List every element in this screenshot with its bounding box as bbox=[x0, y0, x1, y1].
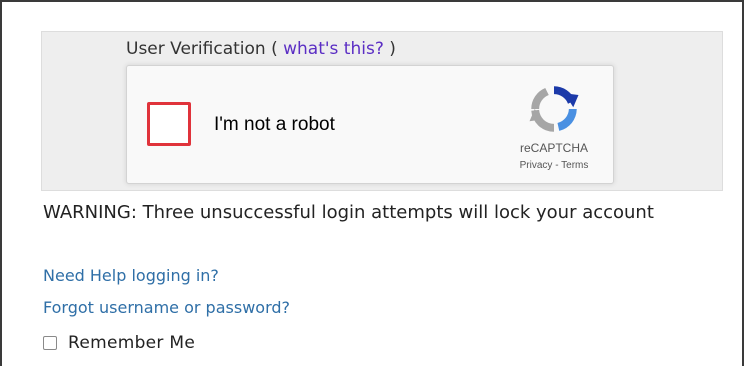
remember-me-checkbox[interactable] bbox=[43, 336, 57, 350]
recaptcha-links: Privacy - Terms bbox=[497, 159, 611, 172]
user-verification-heading: User Verification ( what's this? ) bbox=[126, 38, 396, 60]
recaptcha-checkbox-label: I'm not a robot bbox=[214, 114, 335, 135]
user-verification-panel: User Verification ( what's this? ) I'm n… bbox=[41, 31, 723, 191]
login-form-frame: User Verification ( what's this? ) I'm n… bbox=[0, 0, 744, 366]
need-help-link[interactable]: Need Help logging in? bbox=[43, 266, 219, 286]
recaptcha-brand: reCAPTCHA bbox=[519, 141, 588, 155]
warning-prefix: WARNING: bbox=[43, 202, 137, 223]
whats-this-link[interactable]: what's this? bbox=[283, 39, 384, 59]
recaptcha-terms-link[interactable]: Terms bbox=[561, 160, 588, 171]
user-verification-label-close: ) bbox=[383, 39, 396, 59]
remember-me-row: Remember Me bbox=[43, 332, 195, 354]
login-warning: WARNING: Three unsuccessful login attemp… bbox=[43, 198, 713, 228]
user-verification-label: User Verification ( bbox=[126, 39, 284, 59]
recaptcha-logo-icon bbox=[529, 86, 579, 132]
recaptcha-checkbox[interactable] bbox=[147, 102, 191, 146]
recaptcha-links-separator: - bbox=[552, 160, 562, 171]
remember-me-label: Remember Me bbox=[68, 333, 196, 353]
recaptcha-widget: I'm not a robot reCAPTCHA Privacy - Term… bbox=[126, 65, 614, 184]
recaptcha-privacy-link[interactable]: Privacy bbox=[520, 160, 553, 171]
warning-text: Three unsuccessful login attempts will l… bbox=[136, 202, 654, 223]
forgot-credentials-link[interactable]: Forgot username or password? bbox=[43, 298, 290, 318]
